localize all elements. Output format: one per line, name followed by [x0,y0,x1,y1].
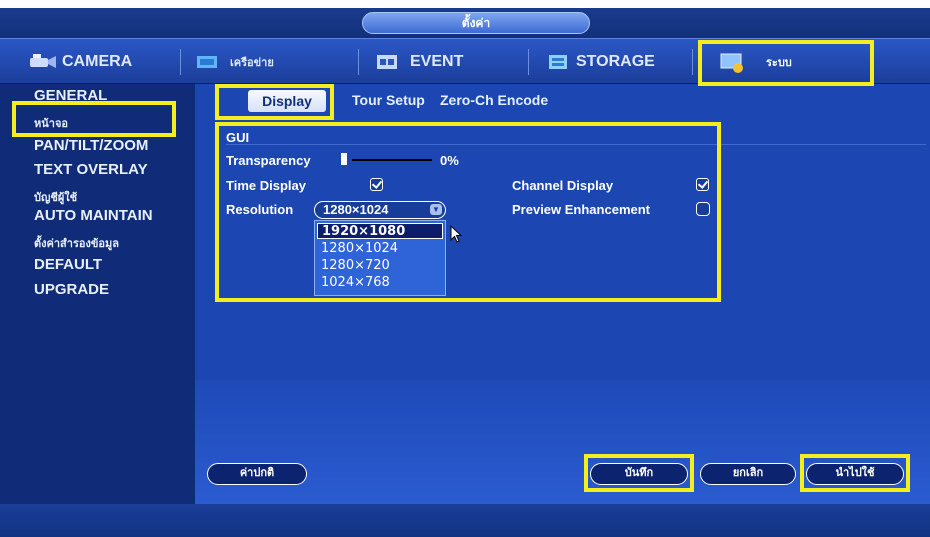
sidebar-item-default[interactable]: DEFAULT [34,256,102,273]
subtab-tour-setup[interactable]: Tour Setup [352,92,425,108]
highlight-box-gui-group [215,122,721,302]
tab-event[interactable]: EVENT [376,39,463,85]
tab-camera[interactable]: CAMERA [28,39,132,85]
sidebar-item-upgrade[interactable]: UPGRADE [34,281,109,298]
sidebar-item-auto-maintain[interactable]: AUTO MAINTAIN [34,207,153,224]
tab-network[interactable]: เครือข่าย [196,39,274,85]
highlight-box-system-tab [698,40,874,86]
top-strip [0,0,930,8]
tab-storage-label: STORAGE [576,53,655,70]
tab-divider [692,49,693,75]
subtab-zero-ch-encode[interactable]: Zero-Ch Encode [440,92,548,108]
sidebar-item-pan-tilt-zoom[interactable]: PAN/TILT/ZOOM [34,137,148,154]
sidebar-item-text-overlay[interactable]: TEXT OVERLAY [34,161,148,178]
tab-divider [358,49,359,75]
sidebar-item-accounts[interactable]: บัญชีผู้ใช้ [34,188,77,206]
highlight-box-save-button [584,454,694,492]
tab-divider [528,49,529,75]
footer-bar [0,504,930,537]
sidebar-item-backup-settings[interactable]: ตั้งค่าสำรองข้อมูล [34,234,119,252]
tab-event-label: EVENT [410,53,464,70]
cancel-button[interactable]: ยกเลิก [700,463,796,485]
camera-icon [28,53,56,71]
highlight-box-display-menu [12,101,176,137]
highlight-box-display-subtab [215,84,334,120]
tab-network-label: เครือข่าย [230,57,274,69]
network-icon [196,53,222,71]
highlight-box-apply-button [800,454,910,492]
storage-icon [548,53,574,71]
window-title: ตั้งค่า [362,12,590,34]
tab-camera-label: CAMERA [62,53,133,70]
tab-storage[interactable]: STORAGE [548,39,655,85]
tab-divider [180,49,181,75]
default-button[interactable]: ค่าปกติ [207,463,307,485]
event-icon [376,53,402,71]
